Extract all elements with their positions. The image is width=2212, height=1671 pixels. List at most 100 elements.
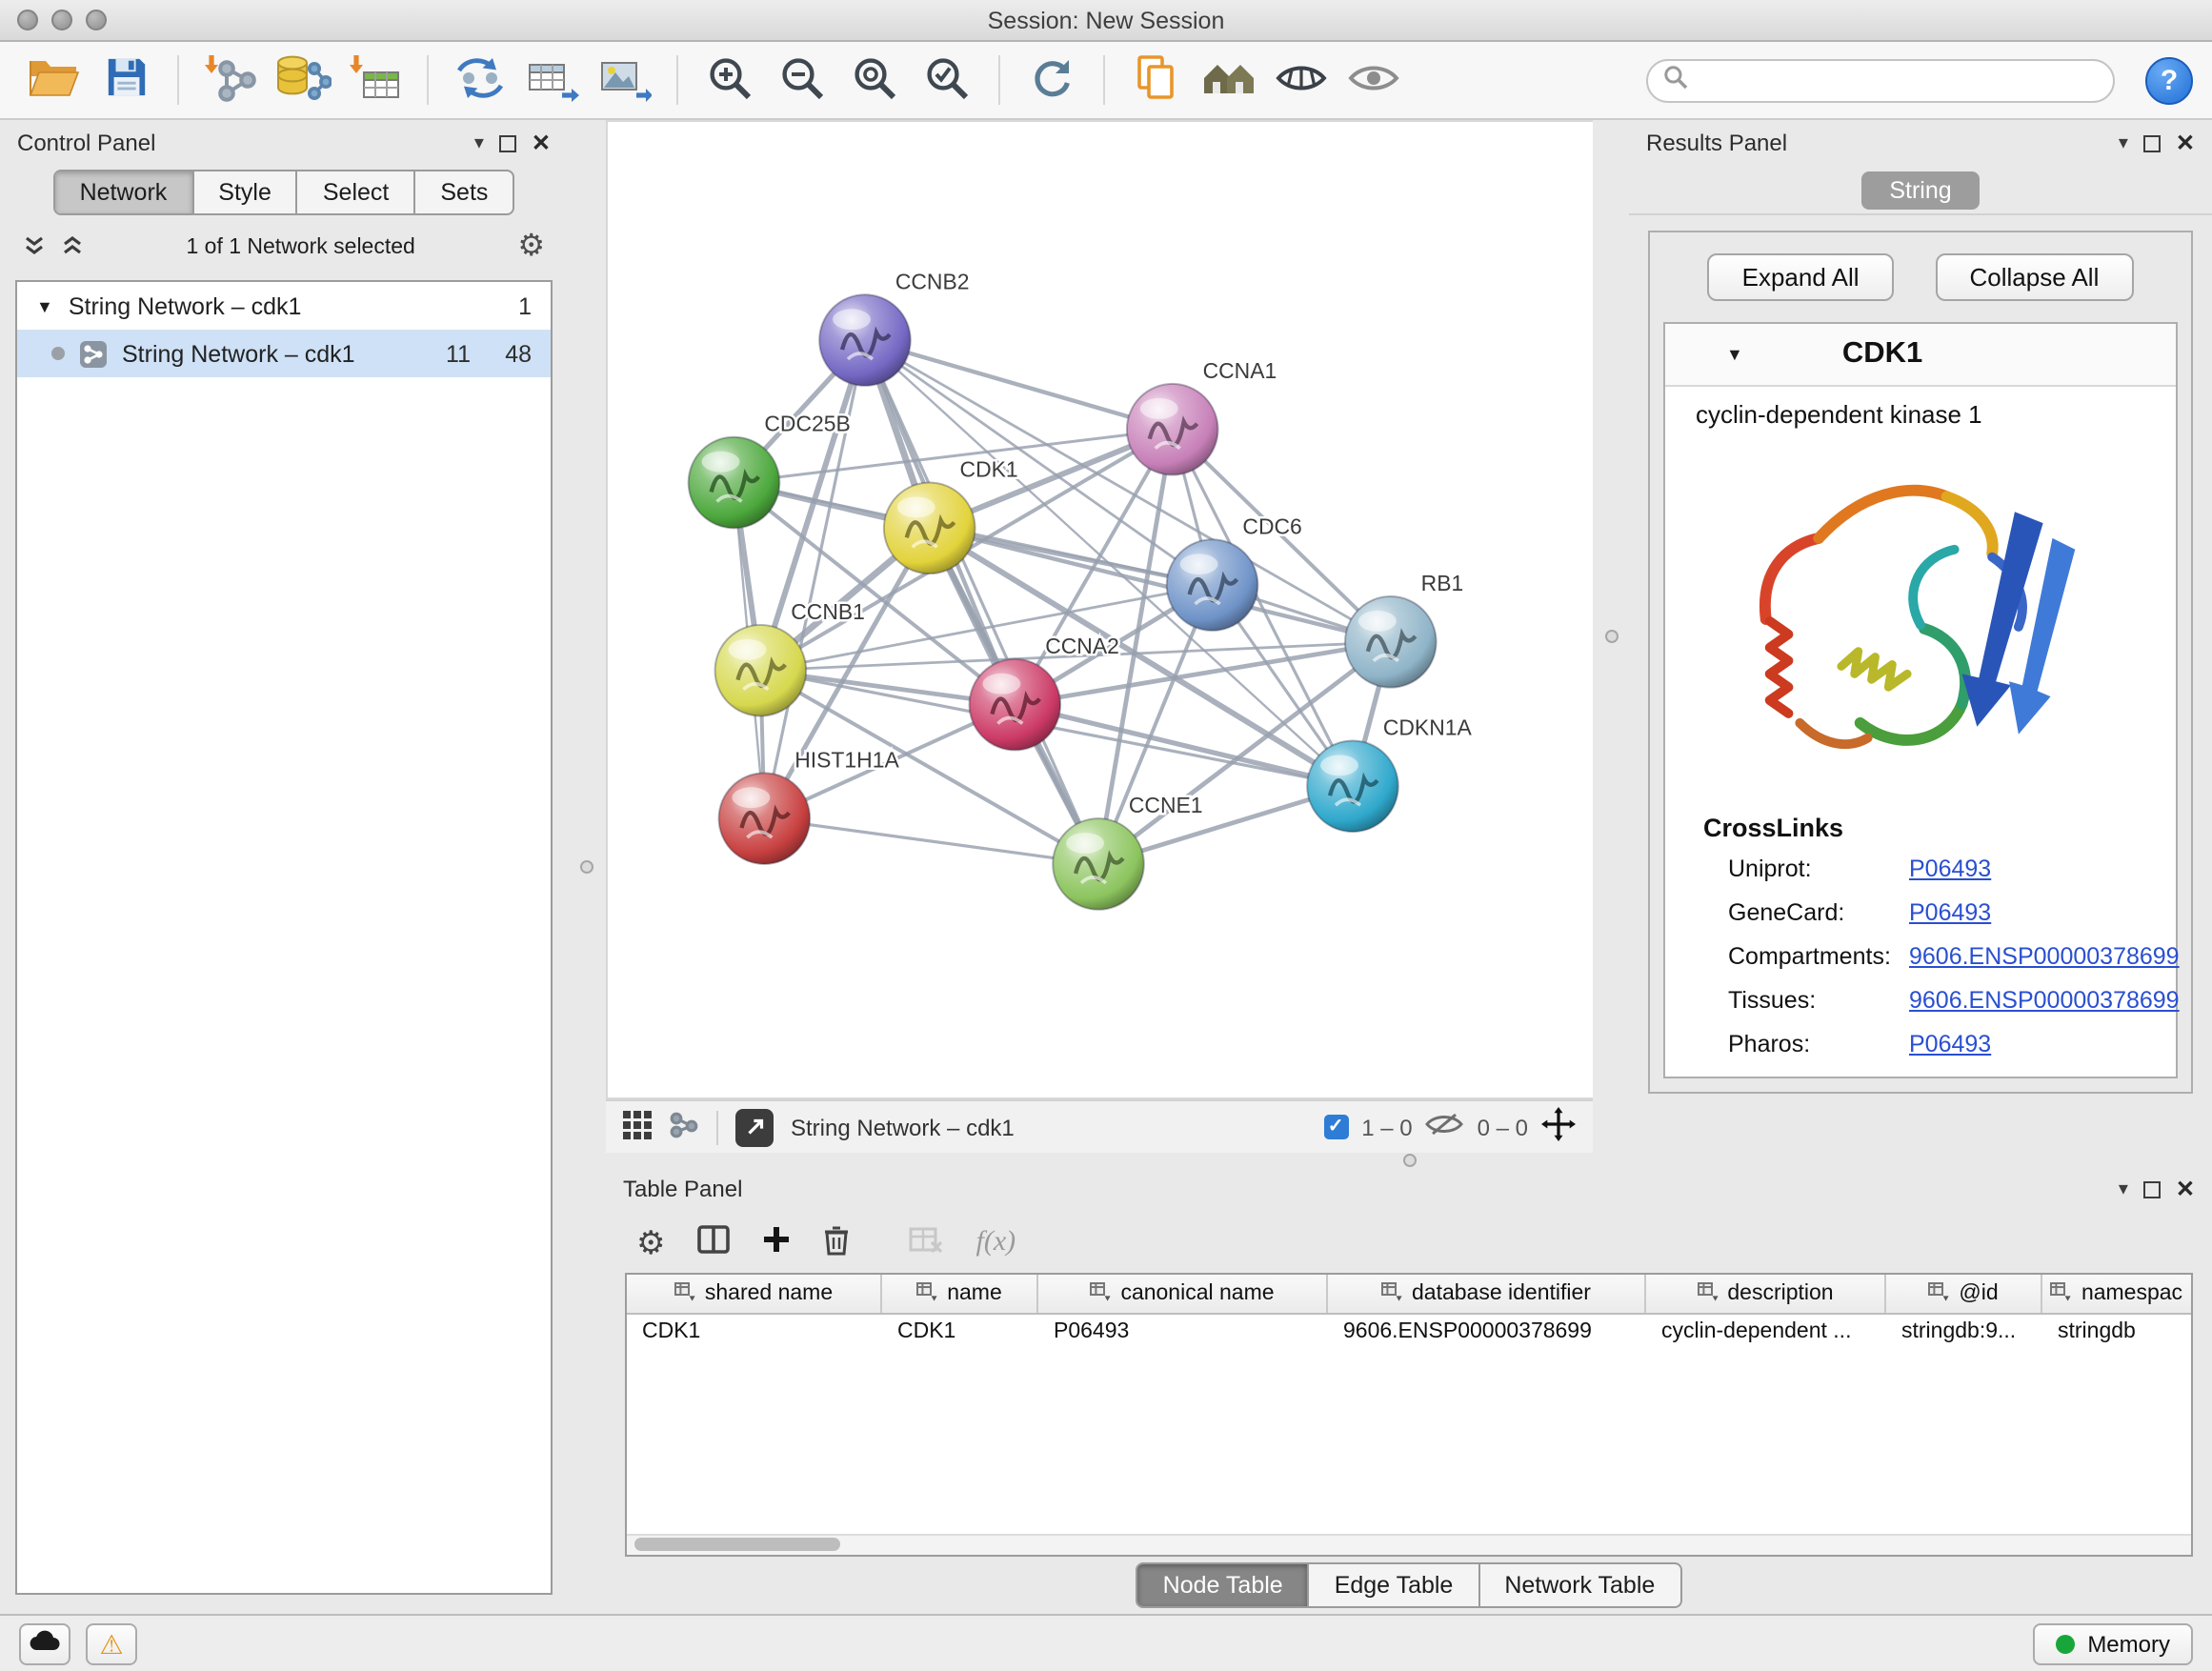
network-edge[interactable]: [764, 818, 1098, 864]
show-all-button[interactable]: [1339, 48, 1408, 112]
birdseye-view-icon[interactable]: [669, 1110, 699, 1144]
tab-network-table[interactable]: Network Table: [1479, 1564, 1679, 1606]
hide-selected-button[interactable]: [1267, 48, 1336, 112]
network-edge[interactable]: [865, 340, 1173, 430]
column-header[interactable]: shared name: [627, 1275, 882, 1313]
network-node[interactable]: [1167, 539, 1258, 631]
control-panel: Control Panel ▾ ✕ Network Style Select S…: [0, 120, 568, 1614]
import-table-button[interactable]: [341, 48, 410, 112]
expand-all-button[interactable]: Expand All: [1708, 253, 1894, 301]
zoom-in-button[interactable]: [695, 48, 764, 112]
search-input[interactable]: [1699, 67, 2098, 93]
disclosure-triangle-icon[interactable]: ▼: [36, 296, 53, 315]
export-image-icon: [598, 52, 652, 108]
tab-select[interactable]: Select: [298, 171, 416, 213]
network-collection-row[interactable]: ▼ String Network – cdk1 1: [17, 282, 551, 330]
collapse-all-tree-icon[interactable]: [23, 234, 46, 261]
grid-view-icon[interactable]: [623, 1110, 652, 1144]
annotation-mode-button[interactable]: [735, 1108, 774, 1146]
horizontal-scrollbar-track[interactable]: [627, 1534, 2191, 1555]
table-row[interactable]: CDK1 CDK1 P06493 9606.ENSP00000378699 cy…: [627, 1315, 2191, 1349]
panel-close-icon[interactable]: ✕: [532, 130, 551, 156]
panel-menu-icon[interactable]: ▾: [474, 132, 484, 153]
tab-string[interactable]: String: [1860, 171, 1980, 209]
crosslink-uniprot-link[interactable]: P06493: [1909, 855, 1991, 881]
add-column-plus-icon[interactable]: [763, 1225, 792, 1259]
tab-edge-table[interactable]: Edge Table: [1310, 1564, 1480, 1606]
zoom-out-button[interactable]: [768, 48, 836, 112]
zoom-window-button[interactable]: [86, 10, 107, 30]
warnings-button[interactable]: ⚠: [86, 1622, 137, 1664]
column-header[interactable]: database identifier: [1328, 1275, 1646, 1313]
network-node[interactable]: [1053, 818, 1144, 910]
export-table-button[interactable]: [518, 48, 587, 112]
disclosure-triangle-icon[interactable]: ▼: [1726, 345, 1743, 364]
pan-move-icon[interactable]: [1541, 1107, 1576, 1147]
refresh-view-button[interactable]: [1017, 48, 1086, 112]
delete-column-trash-icon[interactable]: [824, 1224, 851, 1260]
column-header[interactable]: @id: [1886, 1275, 2042, 1313]
panel-close-icon[interactable]: ✕: [2176, 130, 2195, 156]
panel-float-icon[interactable]: [499, 134, 516, 151]
memory-button[interactable]: Memory: [2032, 1622, 2193, 1664]
import-network-file-button[interactable]: [196, 48, 265, 112]
crosslink-tissues-link[interactable]: 9606.ENSP00000378699: [1909, 986, 2180, 1013]
network-node[interactable]: [970, 659, 1061, 751]
tab-node-table[interactable]: Node Table: [1138, 1564, 1310, 1606]
expand-all-tree-icon[interactable]: [61, 234, 84, 261]
function-builder-icon[interactable]: f(x): [976, 1226, 1016, 1258]
tab-style[interactable]: Style: [193, 171, 298, 213]
horizontal-scrollbar-thumb[interactable]: [634, 1538, 840, 1551]
gene-section-header[interactable]: ▼ CDK1: [1665, 324, 2176, 387]
crosslink-genecard-link[interactable]: P06493: [1909, 898, 1991, 925]
column-header[interactable]: canonical name: [1038, 1275, 1328, 1313]
table-settings-gear-icon[interactable]: ⚙: [636, 1226, 666, 1258]
network-node[interactable]: [715, 625, 807, 716]
tab-network[interactable]: Network: [55, 171, 194, 213]
network-node[interactable]: [719, 773, 811, 864]
network-node[interactable]: [819, 294, 911, 386]
gear-icon[interactable]: ⚙: [517, 232, 545, 263]
gene-detail-card: ▼ CDK1 cyclin-dependent kinase 1: [1663, 322, 2178, 1078]
network-node[interactable]: [689, 437, 780, 529]
network-node[interactable]: [1307, 740, 1398, 832]
panel-float-icon[interactable]: [2143, 1180, 2161, 1198]
tab-sets[interactable]: Sets: [415, 171, 513, 213]
column-header[interactable]: name: [882, 1275, 1038, 1313]
network-node[interactable]: [1127, 384, 1218, 475]
network-node[interactable]: [884, 483, 975, 574]
panel-splitter[interactable]: [1593, 120, 1629, 1153]
panel-menu-icon[interactable]: ▾: [2119, 132, 2128, 153]
collapse-all-button[interactable]: Collapse All: [1936, 253, 2134, 301]
zoom-fit-button[interactable]: [840, 48, 909, 112]
column-header[interactable]: namespac: [2042, 1275, 2191, 1313]
export-image-button[interactable]: [591, 48, 659, 112]
window-title: Session: New Session: [988, 7, 1225, 33]
copy-documents-button[interactable]: [1122, 48, 1191, 112]
open-session-button[interactable]: [19, 48, 88, 112]
selected-checkbox-icon[interactable]: ✓: [1323, 1115, 1348, 1139]
panel-splitter[interactable]: [568, 120, 606, 1614]
panel-close-icon[interactable]: ✕: [2176, 1176, 2195, 1202]
network-node[interactable]: [1345, 596, 1437, 688]
panel-menu-icon[interactable]: ▾: [2119, 1178, 2128, 1199]
import-network-database-button[interactable]: [269, 48, 337, 112]
panel-float-icon[interactable]: [2143, 134, 2161, 151]
minimize-window-button[interactable]: [51, 10, 72, 30]
network-row-selected[interactable]: String Network – cdk1 11 48: [17, 330, 551, 377]
column-header[interactable]: description: [1646, 1275, 1886, 1313]
network-edge[interactable]: [1015, 705, 1353, 787]
new-network-selection-button[interactable]: [446, 48, 514, 112]
show-columns-icon[interactable]: [698, 1225, 731, 1259]
panel-splitter[interactable]: [606, 1153, 2212, 1166]
help-button[interactable]: ?: [2145, 56, 2193, 104]
save-session-button[interactable]: [91, 48, 160, 112]
network-edge[interactable]: [865, 340, 1098, 864]
close-window-button[interactable]: [17, 10, 38, 30]
crosslink-pharos-link[interactable]: P06493: [1909, 1030, 1991, 1057]
home-views-button[interactable]: [1195, 48, 1263, 112]
crosslink-compartments-link[interactable]: 9606.ENSP00000378699: [1909, 942, 2180, 969]
cloud-status-button[interactable]: [19, 1622, 70, 1664]
zoom-selected-button[interactable]: [913, 48, 981, 112]
network-canvas[interactable]: CCNB2CCNA1CDC25BCDK1CDC6RB1CCNB1CCNA2CDK…: [608, 122, 1593, 1097]
